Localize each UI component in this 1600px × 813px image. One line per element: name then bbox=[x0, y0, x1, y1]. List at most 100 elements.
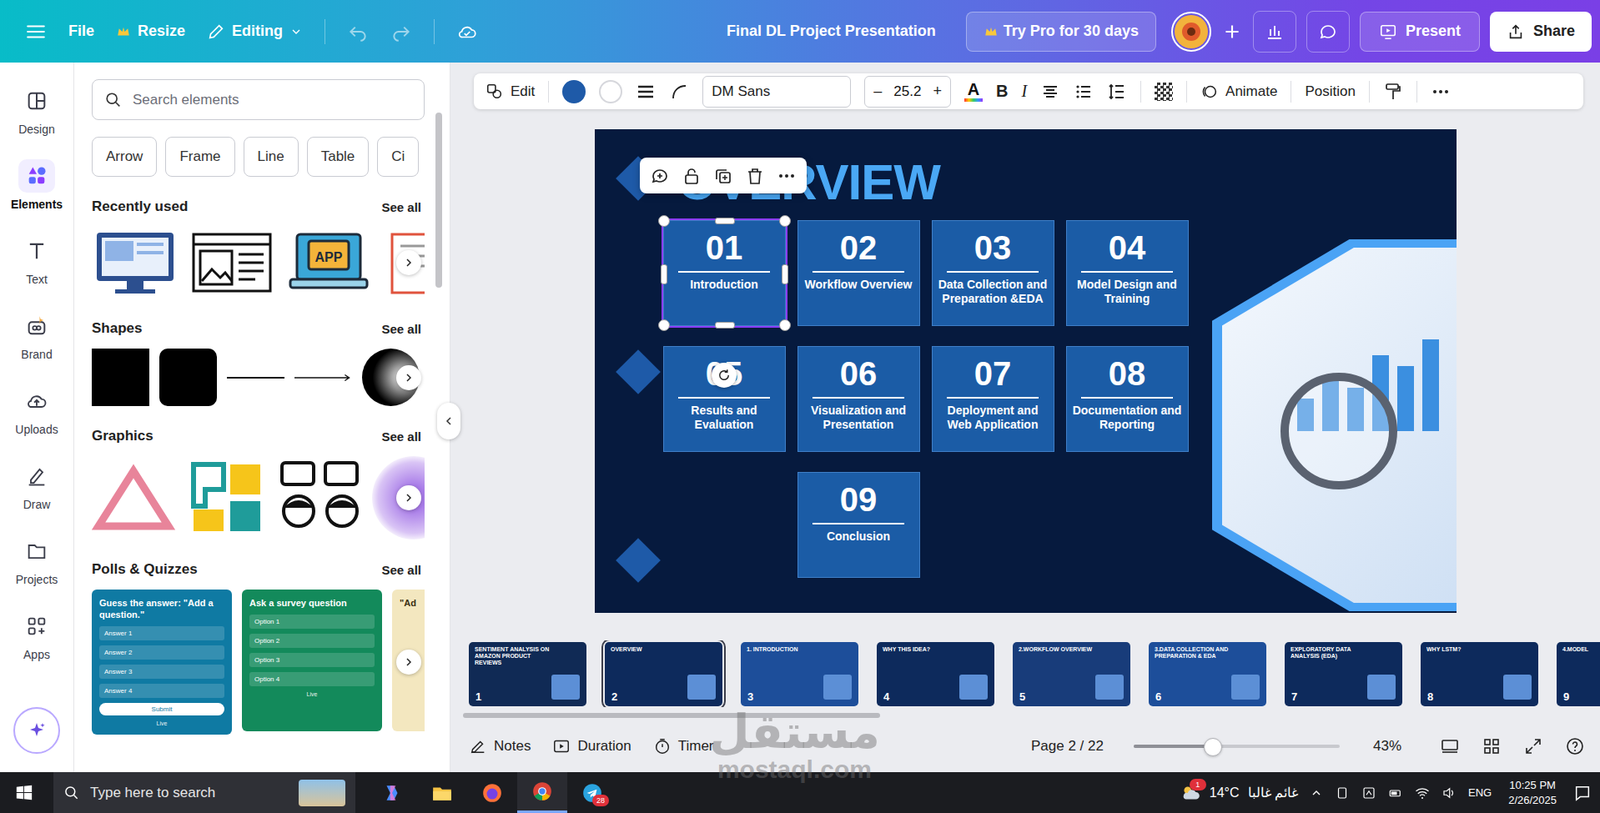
page-thumbnail[interactable]: EXPLORATORY DATA ANALYSIS (EDA) 7 bbox=[1284, 642, 1403, 707]
page-thumbnail[interactable]: 3.DATA COLLECTION AND PREPARATION & EDA … bbox=[1148, 642, 1267, 707]
resize-handle[interactable] bbox=[779, 215, 791, 227]
diamond-decoration[interactable] bbox=[615, 349, 661, 395]
see-all-link[interactable]: See all bbox=[381, 563, 422, 578]
sidebar-item[interactable]: Text bbox=[0, 227, 74, 303]
fill-color-swatch[interactable] bbox=[562, 80, 586, 104]
recent-item[interactable]: APP bbox=[285, 226, 373, 299]
taskbar-app[interactable] bbox=[367, 772, 418, 813]
hexagon-photo-frame[interactable] bbox=[1212, 239, 1457, 612]
resize-handle[interactable] bbox=[660, 264, 668, 285]
poll-template[interactable]: Guess the answer: "Add a question." Answ… bbox=[91, 589, 232, 735]
resize-handle[interactable] bbox=[779, 319, 791, 332]
sidebar-item[interactable]: Uploads bbox=[0, 377, 74, 453]
pages-view-icon[interactable] bbox=[1439, 736, 1460, 757]
filter-chip[interactable]: Ci bbox=[377, 136, 419, 177]
overview-card[interactable]: 07 Deployment and Web Application bbox=[931, 346, 1055, 453]
triangle-graphic-icon[interactable] bbox=[91, 456, 176, 540]
trash-icon[interactable] bbox=[744, 166, 765, 187]
panel-scrollbar[interactable] bbox=[432, 112, 445, 773]
recent-item[interactable] bbox=[188, 226, 276, 299]
filmstrip-scrollbar[interactable] bbox=[450, 707, 1600, 725]
share-button[interactable]: Share bbox=[1489, 11, 1592, 52]
bullet-list-icon[interactable] bbox=[1073, 81, 1094, 102]
insights-button[interactable] bbox=[1252, 10, 1297, 53]
scroll-right-button[interactable] bbox=[396, 649, 422, 675]
scroll-right-button[interactable] bbox=[396, 485, 422, 511]
overview-card[interactable]: 02 Workflow Overview bbox=[797, 220, 921, 327]
input-language[interactable]: ENG bbox=[1468, 786, 1492, 800]
menu-icon[interactable] bbox=[25, 20, 47, 43]
wifi-icon[interactable] bbox=[1414, 785, 1430, 801]
comments-button[interactable] bbox=[1306, 10, 1350, 53]
overview-card[interactable]: 04 Model Design and Training bbox=[1066, 220, 1189, 327]
magic-button[interactable] bbox=[13, 707, 61, 755]
weather-widget[interactable]: 1 14°C غائم غالبا bbox=[1179, 782, 1299, 805]
redo-icon[interactable] bbox=[390, 20, 413, 43]
add-comment-icon[interactable] bbox=[649, 166, 670, 187]
hidden-icons-chevron-icon[interactable] bbox=[1309, 786, 1324, 800]
battery-icon[interactable] bbox=[1388, 785, 1404, 801]
present-button[interactable]: Present bbox=[1359, 11, 1480, 52]
clock[interactable]: 10:25 PM 2/26/2025 bbox=[1503, 778, 1562, 808]
editing-dropdown[interactable]: Editing bbox=[206, 22, 303, 41]
filter-chip[interactable]: Line bbox=[243, 136, 299, 177]
bold-button[interactable]: B bbox=[996, 81, 1008, 101]
increase-size-button[interactable]: + bbox=[932, 82, 942, 101]
duplicate-icon[interactable] bbox=[713, 166, 734, 187]
try-pro-button[interactable]: Try Pro for 30 days bbox=[966, 11, 1157, 52]
decrease-size-button[interactable]: – bbox=[873, 82, 882, 101]
sidebar-item[interactable]: Draw bbox=[0, 452, 74, 529]
text-color-button[interactable]: A bbox=[964, 80, 983, 102]
rounded-square-shape[interactable] bbox=[159, 348, 217, 407]
overview-card[interactable]: 03 Data Collection and Preparation &EDA bbox=[931, 220, 1055, 327]
border-style-icon[interactable] bbox=[635, 81, 656, 102]
page-thumbnail[interactable]: WHY LSTM? 8 bbox=[1420, 642, 1539, 707]
align-center-icon[interactable] bbox=[1040, 81, 1061, 102]
people-question-graphic-icon[interactable] bbox=[278, 456, 363, 540]
page-thumbnail[interactable]: SENTIMENT ANALYSIS ON AMAZON PRODUCT REV… bbox=[468, 642, 587, 707]
lock-icon[interactable] bbox=[681, 166, 702, 187]
tray-device-icon[interactable] bbox=[1334, 785, 1350, 801]
line-shape[interactable] bbox=[226, 348, 285, 407]
font-size-field[interactable]: – 25.2 + bbox=[864, 75, 951, 108]
recent-item[interactable] bbox=[91, 226, 179, 299]
paint-roller-icon[interactable] bbox=[1383, 81, 1404, 102]
notes-button[interactable]: Notes bbox=[468, 737, 531, 756]
resize-handle[interactable] bbox=[658, 319, 670, 332]
poll-template[interactable]: Ask a survey question Option 1Option 2Op… bbox=[241, 589, 383, 732]
grid-view-icon[interactable] bbox=[1481, 736, 1502, 757]
taskbar-app[interactable] bbox=[417, 772, 468, 813]
user-avatar[interactable] bbox=[1171, 11, 1212, 52]
page-thumbnail[interactable]: OVERVIEW 2 bbox=[604, 642, 723, 707]
italic-button[interactable]: I bbox=[1021, 81, 1027, 101]
taskbar-app[interactable] bbox=[517, 772, 568, 813]
see-all-link[interactable]: See all bbox=[381, 322, 422, 337]
document-title[interactable]: Final DL Project Presentation bbox=[477, 22, 967, 41]
overview-card[interactable]: 09 Conclusion bbox=[797, 472, 921, 579]
taskbar-app[interactable]: 28 bbox=[567, 772, 618, 813]
square-shape[interactable] bbox=[91, 348, 150, 407]
filter-chip[interactable]: Arrow bbox=[91, 136, 157, 177]
blocks-graphic-icon[interactable] bbox=[185, 456, 269, 540]
sidebar-item[interactable]: Elements bbox=[0, 152, 74, 228]
help-icon[interactable] bbox=[1564, 736, 1585, 757]
undo-icon[interactable] bbox=[347, 20, 369, 43]
filter-chip[interactable]: Table bbox=[306, 136, 370, 177]
edit-button[interactable]: Edit bbox=[485, 82, 535, 101]
zoom-percent[interactable]: 43% bbox=[1373, 738, 1402, 755]
resize-button[interactable]: Resize bbox=[115, 22, 186, 41]
resize-handle[interactable] bbox=[714, 322, 735, 329]
timer-button[interactable]: Timer bbox=[653, 737, 715, 756]
more-icon[interactable] bbox=[1430, 81, 1451, 102]
search-field[interactable]: Search elements bbox=[91, 79, 425, 121]
tray-app-icon[interactable] bbox=[1361, 785, 1377, 801]
sidebar-item[interactable]: Design bbox=[0, 77, 74, 153]
font-family-dropdown[interactable]: DM Sans bbox=[702, 75, 851, 108]
page-thumbnail[interactable]: 1. INTRODUCTION 3 bbox=[740, 642, 859, 707]
sidebar-item[interactable]: Brand bbox=[0, 302, 74, 378]
scroll-right-button[interactable] bbox=[396, 250, 422, 276]
see-all-link[interactable]: See all bbox=[381, 200, 422, 215]
resize-handle[interactable] bbox=[781, 264, 789, 285]
volume-icon[interactable] bbox=[1441, 785, 1457, 801]
resize-handle[interactable] bbox=[714, 217, 735, 225]
